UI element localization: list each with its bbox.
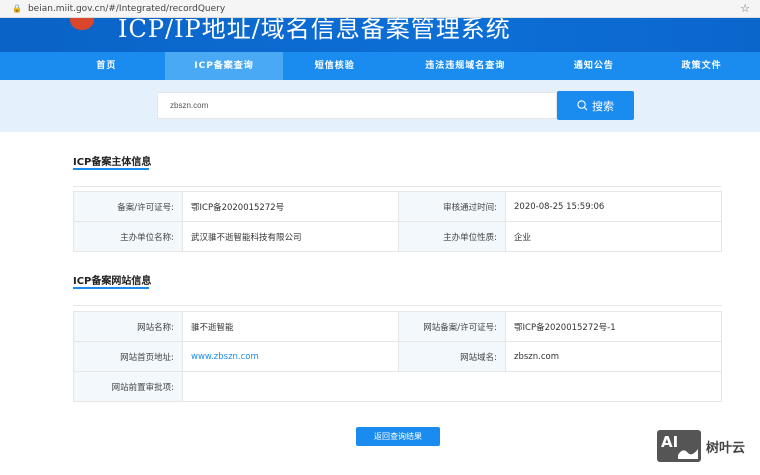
label-pre-approval: 网站前置审批项: <box>73 371 183 402</box>
nav-notices[interactable]: 通知公告 <box>544 52 643 80</box>
site-title: ICP/IP地址/域名信息备案管理系统 <box>118 18 511 43</box>
nav-sms-verify[interactable]: 短信核验 <box>283 52 386 80</box>
label-domain: 网站域名: <box>398 341 506 372</box>
section-title-subject: ICP备案主体信息 <box>73 157 152 168</box>
search-input[interactable]: zbszn.com <box>157 92 557 119</box>
url-text[interactable]: beian.miit.gov.cn/#/Integrated/recordQue… <box>28 4 225 14</box>
search-area: zbszn.com 搜索 <box>0 80 760 132</box>
label-site-name: 网站名称: <box>73 311 183 342</box>
value-license: 鄂ICP备2020015272号 <box>182 191 399 222</box>
national-emblem-icon <box>70 18 94 30</box>
search-icon <box>577 100 588 111</box>
nav-policy[interactable]: 政策文件 <box>643 52 760 80</box>
value-organizer-type: 企业 <box>505 221 722 252</box>
nav-icp-query[interactable]: ICP备案查询 <box>164 52 284 80</box>
value-site-license: 鄂ICP备2020015272号-1 <box>505 311 722 342</box>
main-nav: 首页 ICP备案查询 短信核验 违法违规域名查询 通知公告 政策文件 <box>0 52 760 80</box>
site-banner: ICP/IP地址/域名信息备案管理系统 <box>0 18 760 52</box>
table-row: 备案/许可证号: 鄂ICP备2020015272号 审核通过时间: 2020-0… <box>73 191 722 222</box>
search-button[interactable]: 搜索 <box>557 91 634 120</box>
watermark: AI 树叶云 <box>657 430 745 462</box>
lock-icon: 🔒 <box>12 4 22 13</box>
label-organizer: 主办单位名称: <box>73 221 183 252</box>
watermark-text: 树叶云 <box>706 440 746 456</box>
table-row: 网站名称: 骓不逝智能 网站备案/许可证号: 鄂ICP备2020015272号-… <box>73 311 722 342</box>
table-row: 网站前置审批项: <box>73 371 722 402</box>
value-domain: zbszn.com <box>505 341 722 372</box>
section-underline <box>73 168 149 170</box>
value-approved-time: 2020-08-25 15:59:06 <box>505 191 722 222</box>
divider <box>73 305 722 306</box>
address-bar[interactable]: 🔒 beian.miit.gov.cn/#/Integrated/recordQ… <box>0 0 760 18</box>
value-site-name: 骓不逝智能 <box>182 311 399 342</box>
divider <box>73 186 722 187</box>
value-organizer: 武汉骓不逝智能科技有限公司 <box>182 221 399 252</box>
section-underline <box>73 287 149 289</box>
bookmark-star-icon[interactable]: ☆ <box>740 2 750 15</box>
homepage-link[interactable]: www.zbszn.com <box>191 352 259 362</box>
table-row: 主办单位名称: 武汉骓不逝智能科技有限公司 主办单位性质: 企业 <box>73 221 722 252</box>
search-button-label: 搜索 <box>592 99 614 113</box>
section-title-website: ICP备案网站信息 <box>73 276 152 287</box>
nav-illegal-domain[interactable]: 违法违规域名查询 <box>386 52 544 80</box>
label-homepage: 网站首页地址: <box>73 341 183 372</box>
label-approved-time: 审核通过时间: <box>398 191 506 222</box>
nav-home[interactable]: 首页 <box>48 52 165 80</box>
back-to-results-button[interactable]: 返回查询结果 <box>356 427 440 446</box>
subject-info-table: 备案/许可证号: 鄂ICP备2020015272号 审核通过时间: 2020-0… <box>73 191 722 252</box>
label-license: 备案/许可证号: <box>73 191 183 222</box>
value-pre-approval <box>182 371 722 402</box>
watermark-logo-icon: AI <box>657 430 701 462</box>
table-row: 网站首页地址: www.zbszn.com 网站域名: zbszn.com <box>73 341 722 372</box>
label-site-license: 网站备案/许可证号: <box>398 311 506 342</box>
label-organizer-type: 主办单位性质: <box>398 221 506 252</box>
website-info-table: 网站名称: 骓不逝智能 网站备案/许可证号: 鄂ICP备2020015272号-… <box>73 311 722 402</box>
